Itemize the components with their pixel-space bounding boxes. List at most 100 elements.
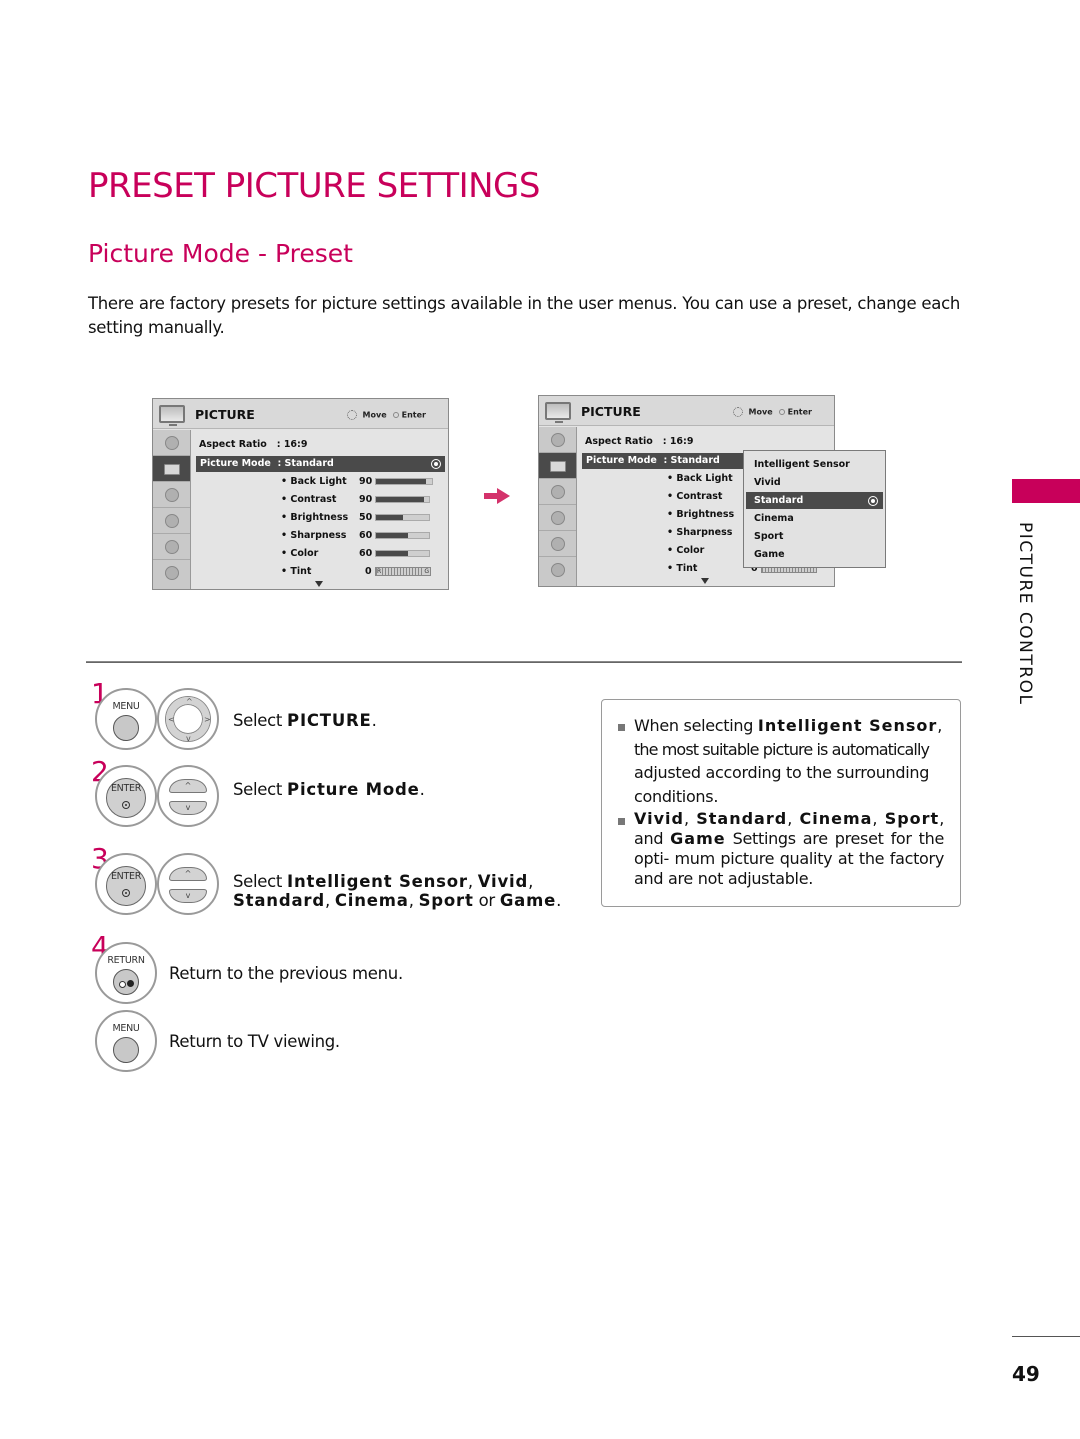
setting-value: 0 <box>365 566 372 577</box>
bullet-icon <box>618 818 625 825</box>
picture-mode-label: Picture Mode <box>200 458 271 469</box>
setting-row-tint[interactable]: • Tint <box>667 563 697 574</box>
option-label: Standard <box>754 495 804 506</box>
scroll-down-icon[interactable] <box>315 581 323 587</box>
return-button[interactable]: RETURN <box>95 942 157 1004</box>
radio-selected-icon <box>868 495 878 506</box>
slider-fill <box>376 497 424 502</box>
setting-row-brightness[interactable]: • Brightness <box>667 509 734 520</box>
setting-row-backlight[interactable]: • Back Light <box>667 473 733 484</box>
left-arrow-icon[interactable]: < <box>168 716 175 724</box>
aspect-ratio-row[interactable]: Aspect Ratio : 16:9 <box>199 439 307 450</box>
option-category-icon[interactable] <box>153 534 190 560</box>
setting-row-brightness[interactable]: • Brightness <box>281 512 348 523</box>
scroll-down-icon[interactable] <box>701 578 709 584</box>
move-icon <box>732 407 743 417</box>
up-button[interactable]: ^ <box>169 779 207 793</box>
option-game[interactable]: Game <box>746 546 883 563</box>
picture-category-icon[interactable] <box>153 456 190 482</box>
setting-row-sharpness[interactable]: • Sharpness <box>667 527 732 538</box>
intro-paragraph: There are factory presets for picture se… <box>88 294 960 337</box>
enter-icon <box>392 412 399 418</box>
down-button[interactable]: v <box>169 889 207 903</box>
aspect-ratio-value: : 16:9 <box>662 436 694 447</box>
enter-icon <box>778 409 785 415</box>
option-category-icon[interactable] <box>539 531 576 557</box>
setup-category-icon[interactable] <box>153 430 190 456</box>
right-arrow-icon[interactable]: > <box>204 716 211 724</box>
setting-label: • Tint <box>281 566 312 577</box>
up-down-buttons[interactable]: ^ v <box>157 853 219 915</box>
setting-value: 90 <box>359 476 373 487</box>
backlight-slider[interactable] <box>375 478 433 485</box>
down-arrow-icon: v <box>185 891 191 900</box>
slider-fill <box>376 551 408 556</box>
picture-mode-value: : Standard <box>277 458 334 469</box>
menu-hint: Move Enter <box>346 410 426 420</box>
up-down-buttons[interactable]: ^ v <box>157 765 219 827</box>
hint-move-label: Move <box>748 407 773 417</box>
slider-fill <box>376 479 427 484</box>
up-arrow-icon: ^ <box>184 869 192 878</box>
button-label: ENTER <box>110 871 141 882</box>
bullet-icon <box>618 724 625 731</box>
picture-menu-screen-left: PICTURE Move Enter Aspect Ratio : 16:9 Pi… <box>152 398 449 590</box>
time-category-icon[interactable] <box>539 505 576 531</box>
audio-category-icon[interactable] <box>539 479 576 505</box>
hint-enter-label: Enter <box>787 407 812 417</box>
menu-button[interactable]: MENU <box>95 1010 157 1072</box>
up-arrow-icon[interactable]: ^ <box>186 698 193 706</box>
tv-icon <box>159 405 185 426</box>
menu-category-sidebar <box>153 430 191 589</box>
picture-mode-dropdown[interactable]: Intelligent Sensor Vivid Standard Cinema… <box>743 450 886 568</box>
setting-value: 60 <box>359 530 373 541</box>
option-standard[interactable]: Standard <box>746 492 883 509</box>
option-intelligent-sensor[interactable]: Intelligent Sensor <box>746 456 883 473</box>
setting-row-tint[interactable]: • Tint <box>281 566 311 577</box>
section-subtitle: Picture Mode - Preset <box>88 239 353 268</box>
audio-category-icon[interactable] <box>153 482 190 508</box>
picture-mode-row[interactable]: Picture Mode : Standard <box>582 453 747 469</box>
enter-button[interactable]: ENTER <box>95 853 157 915</box>
radio-selected-icon <box>431 459 441 469</box>
lock-category-icon[interactable] <box>539 557 576 583</box>
setup-category-icon[interactable] <box>539 427 576 453</box>
option-cinema[interactable]: Cinema <box>746 510 883 527</box>
option-vivid[interactable]: Vivid <box>746 474 883 491</box>
setting-row-sharpness[interactable]: • Sharpness <box>281 530 346 541</box>
setting-row-color[interactable]: • Color <box>667 545 704 556</box>
brightness-slider[interactable] <box>375 514 430 521</box>
setting-row-contrast[interactable]: • Contrast <box>281 494 336 505</box>
menu-title: PICTURE <box>195 407 255 422</box>
picture-category-icon[interactable] <box>539 453 576 479</box>
contrast-slider[interactable] <box>375 496 430 503</box>
picture-mode-row[interactable]: Picture Mode : Standard <box>196 456 445 472</box>
navigation-dpad[interactable]: ^ v < > <box>157 688 219 750</box>
sharpness-slider[interactable] <box>375 532 430 539</box>
button-label: RETURN <box>107 955 145 966</box>
up-arrow-icon: ^ <box>184 781 192 790</box>
aspect-ratio-row[interactable]: Aspect Ratio : 16:9 <box>585 436 693 447</box>
down-arrow-icon[interactable]: v <box>186 735 191 743</box>
setting-row-contrast[interactable]: • Contrast <box>667 491 722 502</box>
option-sport[interactable]: Sport <box>746 528 883 545</box>
arrow-right-icon <box>484 488 510 504</box>
setting-value: 60 <box>359 548 373 559</box>
button-label: MENU <box>112 1023 140 1034</box>
up-button[interactable]: ^ <box>169 867 207 881</box>
enter-button[interactable]: ENTER <box>95 765 157 827</box>
picture-mode-label: Picture Mode <box>586 455 657 466</box>
return-icon <box>113 969 139 995</box>
tint-slider[interactable]: RG <box>375 567 431 576</box>
step-5-text: Return to TV viewing. <box>169 1032 340 1051</box>
note-item-presets: Vivid, Standard, Cinema, Sport, and Game… <box>634 809 944 888</box>
lock-category-icon[interactable] <box>153 560 190 586</box>
down-button[interactable]: v <box>169 801 207 815</box>
setting-row-color[interactable]: • Color <box>281 548 318 559</box>
menu-button[interactable]: MENU <box>95 688 157 750</box>
down-arrow-icon: v <box>185 803 191 812</box>
setting-row-backlight[interactable]: • Back Light <box>281 476 347 487</box>
menu-title: PICTURE <box>581 404 641 419</box>
color-slider[interactable] <box>375 550 430 557</box>
time-category-icon[interactable] <box>153 508 190 534</box>
